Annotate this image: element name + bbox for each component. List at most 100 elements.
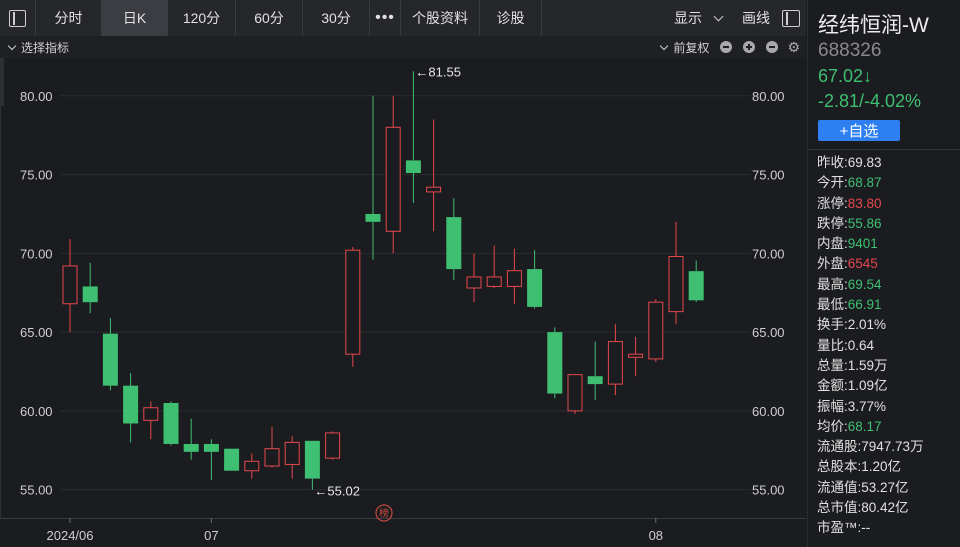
candle-body <box>688 271 704 301</box>
stat-row: 均价: 68.17 <box>817 417 924 437</box>
add-watchlist-button[interactable]: +自选 <box>818 120 900 141</box>
stat-label: 外盘: <box>817 256 848 272</box>
stat-row: 量比: 0.64 <box>817 336 924 356</box>
candle-body <box>345 249 361 355</box>
y-tick-label-left: 80.00 <box>20 89 53 104</box>
candle[interactable] <box>203 439 219 481</box>
gear-icon[interactable]: ⚙ <box>787 39 800 56</box>
candle-body <box>587 376 603 385</box>
candle[interactable] <box>102 317 118 391</box>
candle[interactable] <box>466 253 482 303</box>
candle[interactable] <box>143 401 159 440</box>
zoom-out-icon[interactable] <box>720 41 733 53</box>
candle[interactable] <box>264 426 280 468</box>
stat-label: 量比: <box>817 337 848 353</box>
stat-label: 跌停: <box>817 215 848 231</box>
last-price: 67.02↓ <box>818 66 873 86</box>
panel-toggle-right-button[interactable] <box>778 9 806 27</box>
sidebar-panel-icon <box>782 9 800 27</box>
candle[interactable] <box>405 71 421 203</box>
candle-body <box>264 448 280 467</box>
candle[interactable] <box>426 119 442 232</box>
scroll-handle[interactable] <box>0 58 4 106</box>
candle[interactable] <box>547 327 563 399</box>
tab-30min[interactable]: 30分 <box>303 0 370 36</box>
stat-row: 最低: 66.91 <box>817 295 924 315</box>
candle-body <box>143 407 159 421</box>
candle-body <box>284 441 300 465</box>
stat-row: 外盘: 6545 <box>817 254 924 274</box>
candle[interactable] <box>284 436 300 479</box>
panel-toggle-button[interactable] <box>0 0 36 36</box>
stat-label: 换手: <box>817 317 848 333</box>
tab-diagnosis[interactable]: 诊股 <box>480 0 542 36</box>
stat-value: 3.77% <box>847 398 887 414</box>
candle[interactable] <box>365 95 381 260</box>
candle[interactable] <box>304 440 320 490</box>
indicator-select[interactable]: 选择指标 <box>0 39 69 56</box>
candle[interactable] <box>123 373 139 443</box>
candle-body <box>244 460 260 472</box>
candle[interactable] <box>628 336 644 377</box>
stat-label: 总股本: <box>817 459 862 475</box>
candle[interactable] <box>446 198 462 281</box>
y-tick-label-left: 60.00 <box>20 404 53 419</box>
draw-line-button[interactable]: 画线 <box>734 8 778 28</box>
adjust-select[interactable]: 前复权 <box>660 39 710 56</box>
candle[interactable] <box>183 418 199 460</box>
candle[interactable] <box>587 341 603 400</box>
stat-value: 1.20亿 <box>861 459 902 475</box>
stat-value: 68.17 <box>847 418 882 434</box>
display-menu-button[interactable]: 显示 <box>658 8 734 28</box>
candle[interactable] <box>607 324 623 396</box>
candle[interactable] <box>567 374 583 415</box>
candle-body <box>203 443 219 452</box>
stock-name: 经纬恒润-W <box>818 14 929 37</box>
stat-value: 68.87 <box>847 175 882 191</box>
more-periods-button[interactable]: ••• <box>370 0 401 36</box>
stat-label: 内盘: <box>817 236 848 252</box>
candle[interactable] <box>325 431 341 460</box>
stat-label: 流通值: <box>817 479 862 495</box>
tab-intraday[interactable]: 分时 <box>36 0 102 36</box>
high-annotation: ←81.55 <box>415 64 461 79</box>
tab-stock-profile[interactable]: 个股资料 <box>401 0 480 36</box>
candle[interactable] <box>648 299 664 363</box>
stat-value: 1.09亿 <box>847 378 888 394</box>
candle[interactable] <box>486 245 502 288</box>
stat-value: 1.59万 <box>847 357 888 373</box>
candle-body <box>506 270 522 287</box>
x-tick-label: 08 <box>649 528 663 543</box>
period-toolbar: 分时 日K 120分 60分 30分 ••• 个股资料 诊股 显示 画线 <box>0 0 806 36</box>
stat-value: 0.64 <box>847 337 875 353</box>
candle-body <box>325 432 341 459</box>
candle[interactable] <box>688 260 704 303</box>
y-tick-label-left: 65.00 <box>20 325 53 340</box>
candle[interactable] <box>668 221 684 325</box>
zoom-in-icon[interactable] <box>743 41 756 53</box>
candlestick-chart[interactable]: 55.00 55.00 60.00 60.00 65.00 65.00 70.00 70.00… <box>0 58 806 547</box>
rank-badge-label: 榜 <box>379 507 389 520</box>
candle-body <box>446 217 462 270</box>
stat-label: 市盈™: <box>817 520 862 536</box>
adjust-select-label: 前复权 <box>673 40 710 55</box>
stock-code: 688326 <box>818 40 882 61</box>
tab-120min[interactable]: 120分 <box>168 0 236 36</box>
stat-row: 总股本: 1.20亿 <box>817 457 924 477</box>
candle[interactable] <box>527 250 543 309</box>
candle[interactable] <box>345 247 361 367</box>
minimize-icon[interactable] <box>766 41 779 53</box>
candle[interactable] <box>163 401 179 446</box>
y-tick-label-right: 60.00 <box>752 404 785 419</box>
candle[interactable] <box>244 453 260 479</box>
candle[interactable] <box>506 248 522 304</box>
candle-body <box>547 332 563 394</box>
candle[interactable] <box>82 262 98 314</box>
tab-60min[interactable]: 60分 <box>236 0 303 36</box>
candle[interactable] <box>224 448 240 471</box>
candle-body <box>466 276 482 289</box>
candle-body <box>648 301 664 360</box>
candle[interactable] <box>385 95 401 254</box>
tab-daily-k[interactable]: 日K <box>102 0 168 36</box>
stat-row: 内盘: 9401 <box>817 234 924 254</box>
